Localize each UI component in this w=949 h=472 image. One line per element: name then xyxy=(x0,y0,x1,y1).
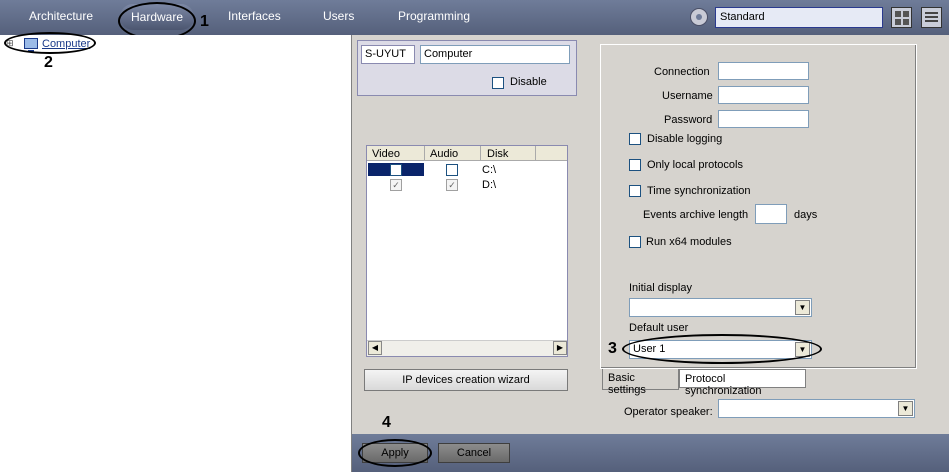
operator-speaker-label: Operator speaker: xyxy=(624,406,713,418)
annotation-oval-3 xyxy=(622,334,822,364)
tab-interfaces[interactable]: Interfaces xyxy=(228,9,281,23)
username-input[interactable] xyxy=(718,86,809,104)
disk-cell-d: D:\ xyxy=(482,179,497,191)
operator-speaker-select[interactable] xyxy=(718,399,915,418)
events-archive-label: Events archive length xyxy=(643,209,749,221)
annotation-number-1: 1 xyxy=(200,13,209,30)
connection-label: Connection xyxy=(654,66,710,78)
disable-checkbox[interactable] xyxy=(492,77,504,89)
mode-select[interactable]: Standard xyxy=(715,7,883,28)
server-id-label: S-UYUT xyxy=(361,45,415,64)
cancel-button[interactable]: Cancel xyxy=(438,443,510,463)
tab-users[interactable]: Users xyxy=(323,9,354,23)
column-header-video[interactable]: Video xyxy=(372,148,400,160)
column-divider xyxy=(480,146,481,161)
annotation-number-4: 4 xyxy=(382,414,391,431)
only-local-protocols-checkbox[interactable] xyxy=(629,159,641,171)
password-input[interactable] xyxy=(718,110,809,128)
disk-cell-c: C:\ xyxy=(482,164,497,176)
menu-list-icon[interactable] xyxy=(921,7,942,28)
initial-display-label: Initial display xyxy=(629,282,692,294)
days-label: days xyxy=(794,209,818,221)
layout-grid-icon[interactable] xyxy=(891,7,912,28)
run-x64-checkbox[interactable] xyxy=(629,236,641,248)
run-x64-label: Run x64 modules xyxy=(646,236,732,248)
time-synchronization-checkbox[interactable] xyxy=(629,185,641,197)
annotation-oval-4 xyxy=(358,439,432,467)
disable-logging-label: Disable logging xyxy=(647,133,723,145)
only-local-protocols-label: Only local protocols xyxy=(647,159,743,171)
default-user-label: Default user xyxy=(629,322,689,334)
column-divider xyxy=(535,146,536,161)
disk-table xyxy=(366,145,568,357)
column-header-disk[interactable]: Disk xyxy=(487,148,508,160)
column-divider xyxy=(424,146,425,161)
password-label: Password xyxy=(664,114,713,126)
audio-checkbox-d[interactable]: ✓ xyxy=(446,179,458,191)
annotation-number-3: 3 xyxy=(608,340,617,357)
events-archive-input[interactable] xyxy=(755,204,787,224)
time-synchronization-label: Time synchronization xyxy=(647,185,751,197)
column-header-audio[interactable]: Audio xyxy=(430,148,458,160)
connection-input[interactable] xyxy=(718,62,809,80)
tab-architecture[interactable]: Architecture xyxy=(29,9,93,23)
video-checkbox-d[interactable]: ✓ xyxy=(390,179,402,191)
initial-display-select[interactable] xyxy=(629,298,812,317)
video-checkbox-c[interactable] xyxy=(390,164,402,176)
disable-label: Disable xyxy=(510,76,547,88)
horizontal-scrollbar[interactable] xyxy=(367,340,567,356)
tab-protocol-synchronization[interactable]: Protocol synchronization xyxy=(679,369,806,397)
annotation-oval-2 xyxy=(4,32,96,54)
hardware-tree xyxy=(0,35,352,472)
gear-icon[interactable] xyxy=(690,8,708,26)
username-label: Username xyxy=(662,90,713,102)
chevron-down-icon[interactable]: ▼ xyxy=(898,401,913,416)
audio-checkbox-c[interactable] xyxy=(446,164,458,176)
scroll-right-icon[interactable]: ▶ xyxy=(553,341,567,355)
tab-programming[interactable]: Programming xyxy=(398,9,470,23)
chevron-down-icon[interactable]: ▼ xyxy=(795,300,810,315)
disable-logging-checkbox[interactable] xyxy=(629,133,641,145)
annotation-number-2: 2 xyxy=(44,54,53,71)
ip-devices-wizard-button[interactable]: IP devices creation wizard xyxy=(364,369,568,391)
server-name-input[interactable]: Computer xyxy=(420,45,570,64)
tab-basic-settings[interactable]: Basic settings xyxy=(602,369,679,396)
scroll-left-icon[interactable]: ◀ xyxy=(368,341,382,355)
